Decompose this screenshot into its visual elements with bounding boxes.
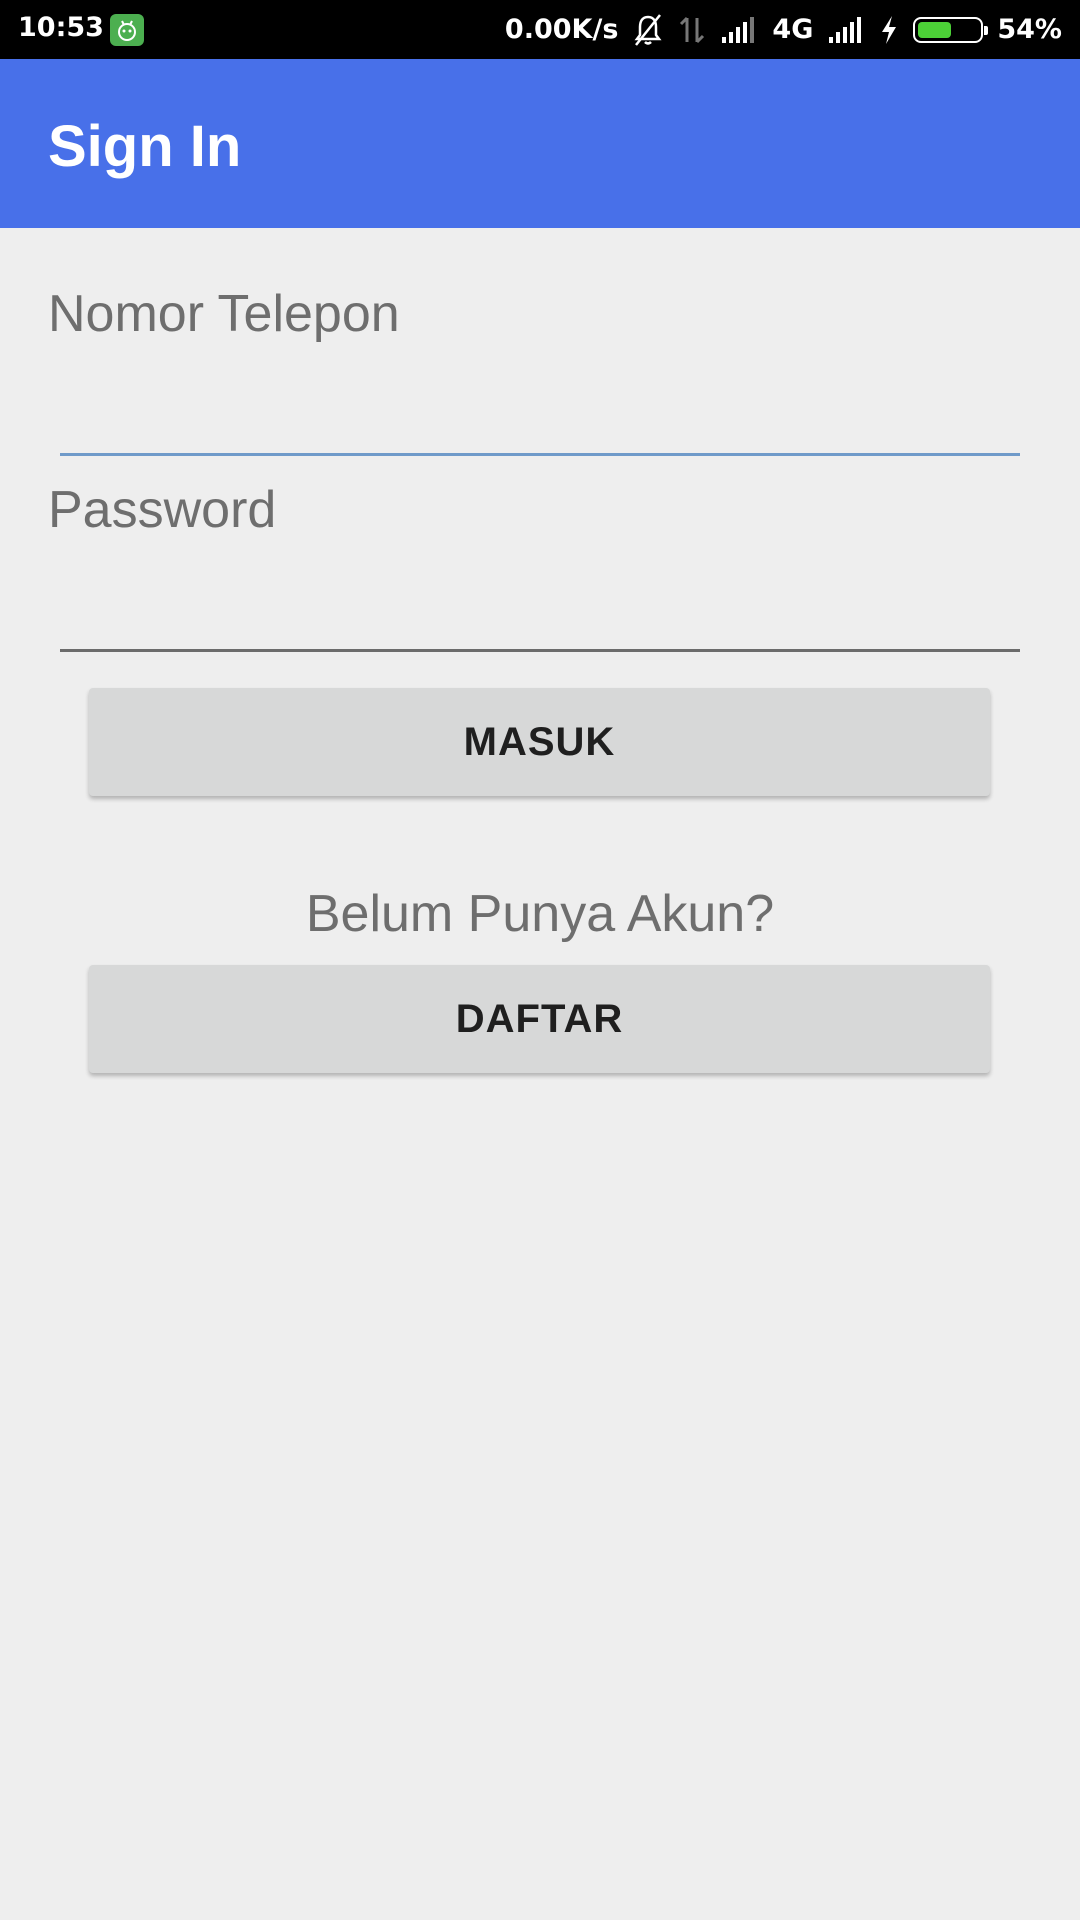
password-label: Password — [48, 481, 277, 539]
register-button[interactable]: DAFTAR — [89, 965, 990, 1073]
password-input[interactable] — [60, 572, 1020, 652]
network-type: 4G — [772, 14, 814, 45]
signal-icon — [827, 15, 865, 45]
android-icon — [110, 14, 144, 46]
app-bar: Sign In — [0, 59, 1080, 228]
phone-input[interactable] — [60, 376, 1020, 456]
battery-icon — [913, 16, 989, 43]
status-indicators: 0.00K/s 4G 54% — [505, 0, 1062, 59]
network-speed: 0.00K/s — [504, 14, 619, 45]
charging-icon — [879, 14, 899, 46]
register-prompt: Belum Punya Akun? — [305, 885, 775, 943]
page-title: Sign In — [48, 114, 242, 179]
login-button[interactable]: MASUK — [89, 688, 990, 796]
phone-label: Nomor Telepon — [48, 285, 400, 343]
battery-tip — [984, 25, 989, 35]
data-arrows-icon — [678, 14, 706, 46]
signal-icon — [720, 15, 758, 45]
status-bar: 10:53 0.00K/s 4G 54% — [0, 0, 1080, 59]
battery-percent: 54% — [997, 14, 1062, 45]
battery-level — [918, 21, 951, 38]
bell-off-icon — [632, 13, 664, 47]
status-time: 10:53 — [18, 12, 104, 43]
